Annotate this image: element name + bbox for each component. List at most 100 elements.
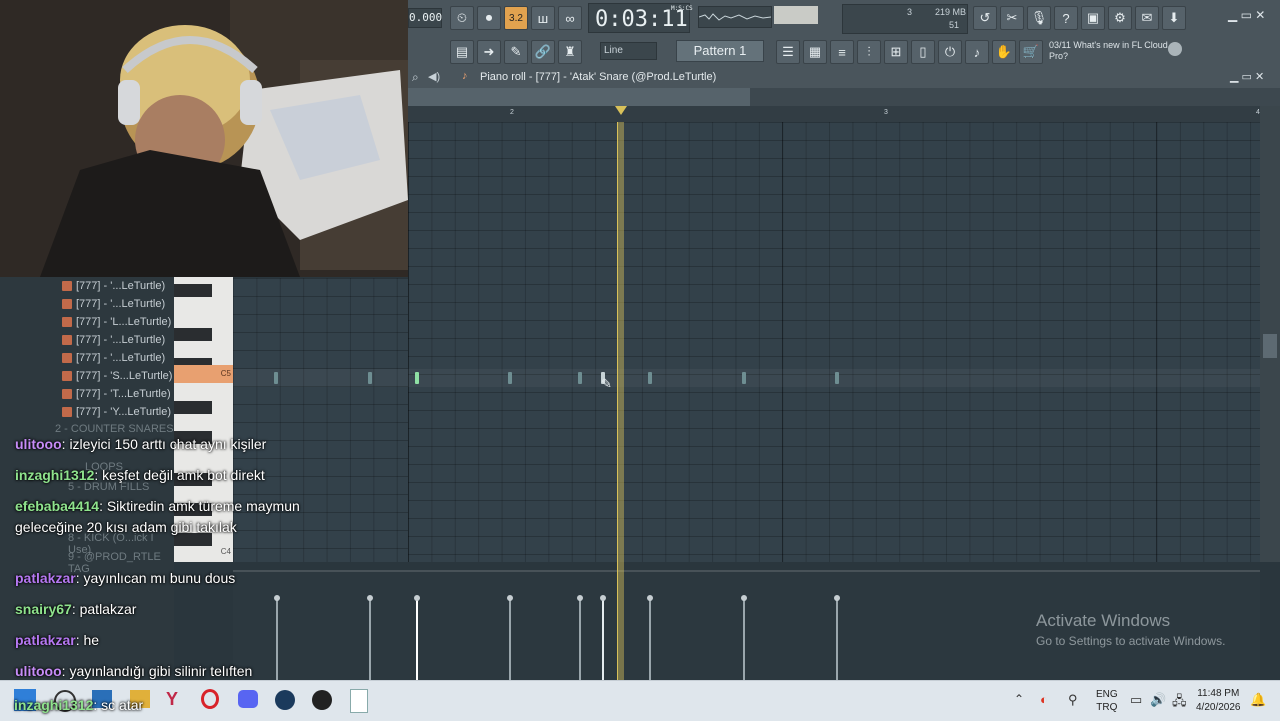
vscroll-thumb[interactable] [1263,334,1277,358]
black-key[interactable] [174,401,212,414]
chevron-up-icon[interactable]: ⌃ [1014,692,1024,706]
note[interactable] [578,372,582,384]
step-edit-icon[interactable]: ш [531,6,555,30]
snap-select[interactable]: Line [600,42,657,60]
scroll-thumb[interactable] [408,88,750,106]
browser-icon[interactable]: ⊞ [884,40,908,64]
vertical-scrollbar[interactable] [1260,106,1280,562]
note-grid[interactable] [408,122,1260,562]
window-controls[interactable]: ▁ ▭ ✕ [1228,8,1265,22]
arrow-icon[interactable]: ➜ [477,40,501,64]
channel-row[interactable]: [777] - '...LeTurtle) [62,331,165,349]
channel-label: [777] - 'L...LeTurtle) [76,316,172,328]
mixer-icon[interactable]: ☰ [776,40,800,64]
channel-row[interactable]: [777] - 'S...LeTurtle) [62,367,172,385]
channel-play-icon[interactable] [62,407,72,417]
cut-icon[interactable]: ✂ [1000,6,1024,30]
black-key[interactable] [174,284,212,297]
master-volume[interactable] [774,6,818,24]
save-icon[interactable]: ▣ [1081,6,1105,30]
c5-key[interactable]: C5 [174,365,233,383]
chat-user: inzaghi1312 [15,467,95,483]
channel-play-icon[interactable] [62,317,72,327]
note[interactable] [835,372,839,384]
piano-roll-window-controls[interactable]: ▁ ▭ ✕ [1230,70,1264,83]
volume-icon[interactable]: 🔊 [1150,692,1166,708]
magnify-icon[interactable]: ⌕ [412,70,419,85]
velocity-bar[interactable] [647,595,653,682]
news-icon[interactable] [1168,42,1182,56]
channel-row[interactable]: [777] - 'Y...LeTurtle) [62,403,171,421]
pattern-selector[interactable]: Pattern 1 [676,40,764,62]
notifications-icon[interactable]: 🔔 [1250,692,1266,708]
undo-icon[interactable]: ↺ [973,6,997,30]
tempo-display[interactable]: 0.000 [408,8,442,28]
chat-message: efebaba4414: Siktiredin amk türeme maymu… [15,498,300,535]
note[interactable] [415,372,419,384]
velocity-bar[interactable] [414,595,420,682]
velocity-bar[interactable] [741,595,747,682]
countdown-icon[interactable]: 3.2 [504,6,528,30]
note[interactable] [508,372,512,384]
piano-icon[interactable]: ▤ [450,40,474,64]
webcam-feed [0,0,408,277]
display-icon[interactable]: ▭ [1130,692,1142,708]
channel-rack-icon[interactable]: ▦ [803,40,827,64]
network-icon[interactable]: 🖧 [1172,692,1187,714]
note[interactable] [742,372,746,384]
chat-overlay: ulitooo: izleyici 150 arttı chat aynı ki… [0,430,300,680]
tempo-tap-icon[interactable]: ♪ [965,40,989,64]
clock[interactable]: 11:48 PM 4/20/2026 [1196,687,1241,715]
mic-tray-icon[interactable]: ⚲ [1068,692,1078,708]
obs-icon[interactable] [312,690,332,710]
notepad-icon[interactable] [350,689,368,713]
channel-row[interactable]: [777] - '...LeTurtle) [62,277,165,295]
channel-play-icon[interactable] [62,353,72,363]
chat-message-overlay: inzaghi1312: sc atar [14,697,144,713]
channel-row[interactable]: [777] - 'L...LeTurtle) [62,313,171,331]
wait-record-icon[interactable]: ⏺ [477,6,501,30]
channel-row[interactable]: [777] - 'T...LeTurtle) [62,385,171,403]
plug-icon[interactable]: ⏻ [938,40,962,64]
channel-play-icon[interactable] [62,281,72,291]
black-key[interactable] [174,328,212,341]
channel-row[interactable]: [777] - '...LeTurtle) [62,349,165,367]
plugin-icon[interactable]: ⚙ [1108,6,1132,30]
news-panel[interactable]: 03/11 What's new in FL Cloud Pro? [1049,40,1169,62]
chat-message: snairy67: patlakzar [15,601,137,617]
channel-row[interactable]: [777] - '...LeTurtle) [62,295,165,313]
note[interactable] [274,372,278,384]
note[interactable] [368,372,372,384]
channel-play-icon[interactable] [62,371,72,381]
faders-icon[interactable]: ⫶ [857,40,881,64]
metronome-icon[interactable]: ⏲ [450,6,474,30]
velocity-bar[interactable] [507,595,513,682]
loop-record-icon[interactable]: ∞ [558,6,582,30]
velocity-bar[interactable] [600,595,606,682]
channel-play-icon[interactable] [62,299,72,309]
speaker-icon[interactable]: ◀) [428,70,440,83]
channel-play-icon[interactable] [62,335,72,345]
chat-icon[interactable]: ✉ [1135,6,1159,30]
link-icon[interactable]: 🔗 [531,40,555,64]
note[interactable] [648,372,652,384]
playhead-marker[interactable] [615,106,627,115]
help-icon[interactable]: ? [1054,6,1078,30]
language-indicator[interactable]: ENG TRQ [1096,688,1118,714]
download-icon[interactable]: ⬇ [1162,6,1186,30]
touch-icon[interactable]: ✋ [992,40,1016,64]
cart-icon[interactable]: 🛒 [1019,40,1043,64]
channel-play-icon[interactable] [62,389,72,399]
mic-icon[interactable]: 🎙 [1027,6,1051,30]
stamp-icon[interactable]: ♜ [558,40,582,64]
time-ruler[interactable]: 2 3 4 [408,106,1260,123]
horizontal-scrollbar[interactable] [408,88,1280,106]
brush-icon[interactable]: ✎ [504,40,528,64]
channel-label: [777] - 'Y...LeTurtle) [76,406,172,418]
tray-app-icon[interactable]: ◐ [1040,692,1048,707]
file-icon[interactable]: ▯ [911,40,935,64]
velocity-bar[interactable] [577,595,583,682]
velocity-bar[interactable] [367,595,373,682]
velocity-bar[interactable] [834,595,840,682]
playlist-icon[interactable]: ≡ [830,40,854,64]
